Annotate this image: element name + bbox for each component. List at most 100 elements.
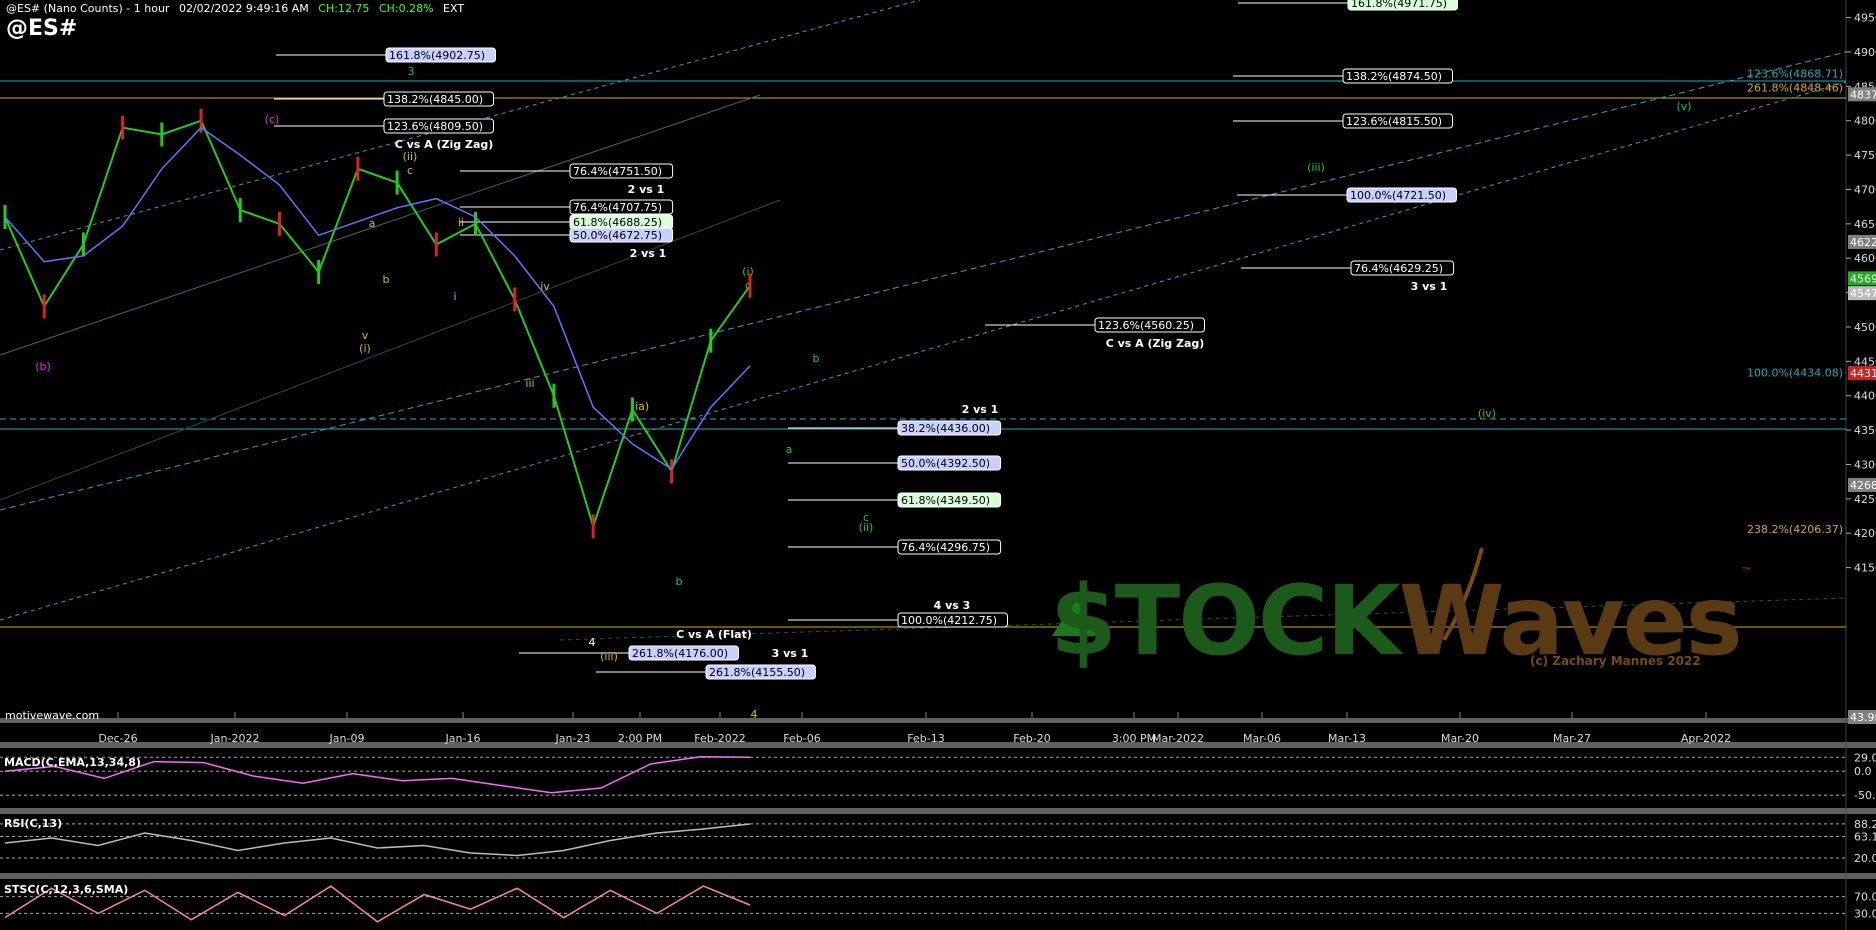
wave-label: 4 bbox=[751, 708, 758, 721]
y-tick-label: 4750 bbox=[1854, 149, 1876, 162]
fib-label: 61.8%(4349.50) bbox=[901, 494, 990, 507]
wave-label: (iii) bbox=[600, 650, 618, 663]
x-tick-label: Apr-2022 bbox=[1681, 732, 1731, 745]
right-level-label: 261.8%(4848.46) bbox=[1747, 81, 1843, 94]
symbol-title: @ES# bbox=[6, 16, 78, 41]
fib-label: 138.2%(4874.50) bbox=[1346, 70, 1442, 83]
x-tick-label: Feb-20 bbox=[1013, 732, 1050, 745]
price-badge-text: 4268.75 bbox=[1850, 479, 1876, 492]
wave-label: (i) bbox=[742, 265, 754, 278]
wave-label: a bbox=[786, 443, 793, 456]
panel-divider bbox=[0, 808, 1876, 814]
fib-label: 50.0%(4392.50) bbox=[901, 457, 990, 470]
fib-label: 261.8%(4155.50) bbox=[709, 666, 805, 679]
y-tick-label: 4350 bbox=[1854, 424, 1876, 437]
x-tick-label: Jan-2022 bbox=[210, 732, 260, 745]
y-tick-label: 4700 bbox=[1854, 183, 1876, 196]
x-tick-label: Feb-13 bbox=[907, 732, 944, 745]
source-label: motivewave.com bbox=[5, 709, 100, 722]
price-badge-text: 4431.50 bbox=[1850, 367, 1876, 380]
macd-title: MACD(C,EMA,13,34,8) bbox=[4, 756, 141, 769]
x-tick-label: 3:00 PM bbox=[1112, 732, 1156, 745]
chart-header: @ES# (Nano Counts) - 1 hour 02/02/2022 9… bbox=[6, 2, 470, 15]
x-tick-label: Mar-27 bbox=[1553, 732, 1591, 745]
watermark-tm: ™ bbox=[1740, 565, 1753, 579]
fib-label: 61.8%(4688.25) bbox=[573, 216, 662, 229]
panel-divider bbox=[0, 718, 1876, 723]
indicator-tick-label: 70.0 bbox=[1854, 891, 1876, 904]
change-value: CH:12.75 bbox=[318, 2, 370, 15]
x-tick-label: 2:00 PM bbox=[618, 732, 662, 745]
wave-label: (ii) bbox=[859, 521, 874, 534]
wave-label: 4 bbox=[589, 636, 596, 649]
fib-label: 76.4%(4707.75) bbox=[573, 201, 662, 214]
wave-annotation: C vs A (Zig Zag) bbox=[1106, 337, 1205, 350]
price-line bbox=[4, 119, 751, 530]
trendline bbox=[0, 81, 1847, 621]
chart-window: 4150420042504300435044004450450045504600… bbox=[0, 0, 1876, 930]
fib-label: 123.6%(4815.50) bbox=[1346, 115, 1442, 128]
y-tick-label: 4250 bbox=[1854, 493, 1876, 506]
fib-label: 138.2%(4845.00) bbox=[387, 93, 483, 106]
wave-label: a bbox=[369, 217, 376, 230]
wave-annotation: 2 vs 1 bbox=[962, 403, 999, 416]
wave-annotation: C vs A (Flat) bbox=[676, 628, 752, 641]
copyright-label: (c) Zachary Mannes 2022 bbox=[1530, 654, 1701, 668]
instrument-title: @ES# (Nano Counts) - 1 hour bbox=[6, 2, 170, 15]
timestamp: 02/02/2022 9:49:16 AM bbox=[178, 2, 309, 15]
right-level-label: 100.0%(4434.08) bbox=[1747, 366, 1843, 379]
wave-annotation: 2 vs 1 bbox=[630, 247, 667, 260]
price-badge-text: 4547.75 bbox=[1850, 287, 1876, 300]
watermark-left: $TOCK bbox=[1050, 565, 1401, 677]
x-tick-label: Feb-06 bbox=[783, 732, 820, 745]
wave-label: ii bbox=[458, 216, 464, 229]
wave-label: (iv) bbox=[1478, 407, 1496, 420]
y-tick-label: 4950 bbox=[1854, 12, 1876, 25]
wave-label: iii bbox=[525, 377, 534, 390]
right-level-label: 238.2%(4206.37) bbox=[1747, 523, 1843, 536]
y-tick-label: 4800 bbox=[1854, 115, 1876, 128]
price-chart[interactable]: 4150420042504300435044004450450045504600… bbox=[0, 0, 1876, 930]
indicator-tick-label: 30.0 bbox=[1854, 907, 1876, 920]
wave-label: b bbox=[383, 273, 390, 286]
y-tick-label: 4300 bbox=[1854, 458, 1876, 471]
price-badge-text: 4569.25 bbox=[1850, 272, 1876, 285]
x-tick-label: Mar-2022 bbox=[1152, 732, 1204, 745]
price-badge-text: 43.9K bbox=[1850, 711, 1876, 724]
wave-label: v bbox=[362, 329, 369, 342]
rsi-title: RSI(C,13) bbox=[4, 817, 63, 830]
x-tick-label: Dec-26 bbox=[98, 732, 137, 745]
trendline bbox=[0, 199, 781, 501]
fib-label: 76.4%(4296.75) bbox=[901, 541, 990, 554]
wave-label: c bbox=[407, 164, 413, 177]
stsc-title: STSC(C,12,3,6,SMA) bbox=[4, 883, 129, 896]
y-tick-label: 4900 bbox=[1854, 46, 1876, 59]
indicator-tick-label: 29.0 bbox=[1854, 751, 1876, 764]
wave-annotation: 3 vs 1 bbox=[1411, 280, 1448, 293]
fib-label: 76.4%(4629.25) bbox=[1354, 262, 1443, 275]
wave-label: b bbox=[676, 575, 683, 588]
wave-label: i bbox=[453, 290, 456, 303]
x-tick-label: Mar-06 bbox=[1243, 732, 1281, 745]
wave-label: (ii) bbox=[403, 150, 418, 163]
right-level-label: 123.6%(4868.71) bbox=[1747, 67, 1843, 80]
y-tick-label: 4400 bbox=[1854, 390, 1876, 403]
y-tick-label: 4150 bbox=[1854, 562, 1876, 575]
fib-label: 123.6%(4809.50) bbox=[387, 120, 483, 133]
wave-label: 3 bbox=[408, 65, 415, 78]
x-tick-label: Jan-16 bbox=[445, 732, 481, 745]
wave-annotation: 4 vs 3 bbox=[934, 599, 971, 612]
fib-label: 76.4%(4751.50) bbox=[573, 165, 662, 178]
fib-label: 161.8%(4902.75) bbox=[389, 49, 485, 62]
indicator-tick-label: 63.1 bbox=[1854, 830, 1876, 843]
session-label: EXT bbox=[443, 2, 465, 15]
fib-label: 50.0%(4672.75) bbox=[573, 229, 662, 242]
x-tick-label: Jan-09 bbox=[329, 732, 365, 745]
x-tick-label: Mar-20 bbox=[1441, 732, 1479, 745]
y-tick-label: 4500 bbox=[1854, 321, 1876, 334]
fib-label: 100.0%(4721.50) bbox=[1350, 189, 1446, 202]
x-tick-label: Feb-2022 bbox=[694, 732, 745, 745]
wave-label: (i) bbox=[359, 342, 371, 355]
price-badge-text: 4622.25 bbox=[1850, 236, 1876, 249]
y-tick-label: 4600 bbox=[1854, 252, 1876, 265]
